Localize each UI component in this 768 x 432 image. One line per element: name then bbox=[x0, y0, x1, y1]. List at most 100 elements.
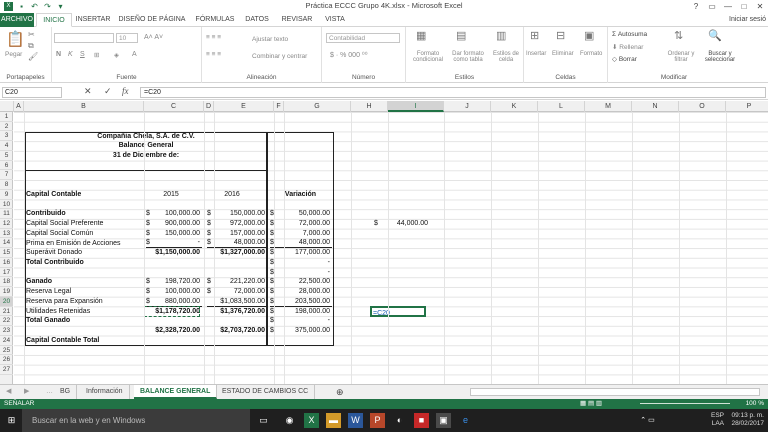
value-cell[interactable]: $157,000.00 bbox=[207, 229, 267, 239]
row-header-4[interactable]: 4 bbox=[0, 141, 13, 151]
font-color-icon[interactable]: A bbox=[132, 51, 137, 58]
borders-icon[interactable]: ⊞ bbox=[94, 51, 99, 59]
value-cell[interactable]: $22,500.00 bbox=[270, 277, 332, 287]
font-size-combo[interactable]: 10 bbox=[116, 33, 138, 43]
insert-function-icon[interactable]: fx bbox=[122, 86, 129, 96]
row-header-18[interactable]: 18 bbox=[0, 277, 13, 288]
column-header-o[interactable]: O bbox=[679, 101, 726, 112]
ribbon-display-button[interactable]: ▭ bbox=[704, 0, 720, 13]
paste-icon[interactable]: 📋 bbox=[6, 30, 25, 48]
value-cell[interactable]: $2,328,720.00 bbox=[146, 326, 202, 336]
copy-icon[interactable]: ⧉ bbox=[28, 41, 34, 51]
insert-cells-icon[interactable]: ⊞ bbox=[530, 29, 539, 42]
tab-insertar[interactable]: INSERTAR bbox=[74, 13, 112, 27]
row-header-21[interactable]: 21 bbox=[0, 307, 13, 317]
italic-icon[interactable]: K bbox=[68, 51, 73, 58]
cancel-icon[interactable]: ✕ bbox=[84, 86, 92, 97]
value-cell[interactable]: $ - bbox=[270, 268, 332, 278]
underline-icon[interactable]: S bbox=[80, 51, 85, 58]
value-cell[interactable]: $203,500.00 bbox=[270, 297, 332, 307]
bold-icon[interactable]: N bbox=[56, 51, 61, 58]
row-header-17[interactable]: 17 bbox=[0, 268, 13, 278]
app-icon[interactable]: ▣ bbox=[436, 413, 451, 428]
sheet-tab-bg[interactable]: BG bbox=[54, 385, 78, 399]
sheet-tab-balance-general[interactable]: BALANCE GENERAL bbox=[134, 385, 218, 399]
tab-vista[interactable]: VISTA bbox=[320, 13, 350, 27]
taskbar-search[interactable]: Buscar en la web y en Windows bbox=[22, 409, 250, 432]
autosum-button[interactable]: Σ Autosuma bbox=[612, 31, 647, 38]
wrap-text-button[interactable]: Ajustar texto bbox=[252, 36, 288, 43]
column-header-a[interactable]: A bbox=[14, 101, 24, 112]
value-cell[interactable]: $1,376,720.00 bbox=[207, 307, 267, 317]
value-cell[interactable]: $1,083,500.00 bbox=[207, 297, 267, 307]
tab-revisar[interactable]: REVISAR bbox=[278, 13, 316, 27]
view-normal-icon[interactable]: ▦ ▤ ▥ bbox=[580, 399, 602, 409]
merge-center-button[interactable]: Combinar y centrar bbox=[252, 53, 307, 60]
zoom-level[interactable]: 100 % bbox=[746, 399, 764, 409]
tab-archivo[interactable]: ARCHIVO bbox=[0, 13, 34, 27]
name-box[interactable]: C20 bbox=[2, 87, 62, 98]
row-header-7[interactable]: 7 bbox=[0, 170, 13, 181]
row-header-9[interactable]: 9 bbox=[0, 190, 13, 200]
value-cell[interactable]: $2,703,720.00 bbox=[207, 326, 267, 336]
format-table-icon[interactable]: ▤ bbox=[456, 29, 466, 42]
excel-taskbar-icon[interactable]: X bbox=[304, 413, 319, 428]
value-cell[interactable]: $198,720.00 bbox=[146, 277, 202, 287]
conditional-format-button[interactable]: Formato condicional bbox=[408, 51, 448, 63]
active-cell-i20[interactable]: =C20 bbox=[370, 305, 426, 317]
tab-datos[interactable]: DATOS bbox=[242, 13, 272, 27]
zoom-slider[interactable] bbox=[640, 403, 730, 404]
value-cell[interactable]: $50,000.00 bbox=[270, 209, 332, 219]
value-cell[interactable]: $ - bbox=[146, 238, 202, 249]
number-format-combo[interactable]: Contabilidad bbox=[326, 33, 400, 43]
column-header-m[interactable]: M bbox=[585, 101, 632, 112]
value-cell[interactable]: $28,000.00 bbox=[270, 287, 332, 297]
row-header-13[interactable]: 13 bbox=[0, 229, 13, 239]
delete-cells-button[interactable]: Eliminar bbox=[552, 51, 574, 57]
chrome-icon[interactable]: ◉ bbox=[282, 413, 297, 428]
row-header-19[interactable]: 19 bbox=[0, 287, 13, 297]
row-header-26[interactable]: 26 bbox=[0, 355, 13, 365]
value-cell[interactable]: $48,000.00 bbox=[270, 238, 332, 249]
value-cell[interactable]: $100,000.00 bbox=[146, 209, 202, 219]
row-header-27[interactable]: 27 bbox=[0, 365, 13, 375]
format-cells-icon[interactable]: ▣ bbox=[584, 29, 594, 42]
task-view-icon[interactable]: ▭ bbox=[256, 413, 271, 428]
row-header-24[interactable]: 24 bbox=[0, 336, 13, 346]
format-as-table-button[interactable]: Dar formato como tabla bbox=[448, 51, 488, 63]
row-header-11[interactable]: 11 bbox=[0, 209, 13, 220]
powerpoint-icon[interactable]: P bbox=[370, 413, 385, 428]
currency-icon[interactable]: $ · % 000 ⁰⁰ bbox=[330, 51, 368, 59]
tab-formulas[interactable]: FÓRMULAS bbox=[192, 13, 238, 27]
worksheet-grid[interactable]: Compañia Chela, S.A. de C.V. Balance Gen… bbox=[14, 112, 768, 384]
sign-in-link[interactable]: Iniciar sesió bbox=[729, 13, 766, 27]
find-select-button[interactable]: Buscar y seleccionar bbox=[700, 51, 740, 63]
value-cell[interactable]: $375,000.00 bbox=[270, 326, 332, 336]
edge-icon[interactable]: e bbox=[458, 413, 473, 428]
format-painter-icon[interactable]: 🖌 bbox=[28, 52, 38, 61]
row-header-6[interactable]: 6 bbox=[0, 161, 13, 171]
value-cell[interactable]: $1,150,000.00 bbox=[146, 248, 202, 258]
value-cell[interactable]: $ - bbox=[270, 316, 332, 326]
paste-button[interactable]: Pegar bbox=[5, 51, 22, 58]
value-cell[interactable]: $221,220.00 bbox=[207, 277, 267, 287]
value-cell[interactable]: $150,000.00 bbox=[146, 229, 202, 239]
prev-sheet-icon[interactable]: ◀ bbox=[0, 385, 17, 399]
grow-font-icon[interactable]: A˄ A˅ bbox=[144, 34, 163, 41]
row-header-2[interactable]: 2 bbox=[0, 122, 13, 132]
enter-icon[interactable]: ✓ bbox=[104, 86, 112, 97]
conditional-format-icon[interactable]: ▦ bbox=[416, 29, 426, 42]
column-header-b[interactable]: B bbox=[24, 101, 144, 112]
media-icon[interactable]: ◐ bbox=[392, 413, 407, 428]
find-select-icon[interactable]: 🔍 bbox=[708, 29, 722, 42]
tray-icons[interactable]: ⌃ ▭ ◁ bbox=[640, 413, 655, 428]
sort-filter-icon[interactable]: ⇅ bbox=[674, 29, 683, 42]
column-header-i[interactable]: I bbox=[388, 101, 444, 112]
value-cell[interactable]: $72,000.00 bbox=[207, 287, 267, 297]
row-header-5[interactable]: 5 bbox=[0, 151, 13, 161]
value-cell[interactable]: $900,000.00 bbox=[146, 219, 202, 229]
row-header-8[interactable]: 8 bbox=[0, 180, 13, 190]
column-header-f[interactable]: F bbox=[274, 101, 284, 112]
row-header-25[interactable]: 25 bbox=[0, 346, 13, 356]
row-header-3[interactable]: 3 bbox=[0, 131, 13, 142]
